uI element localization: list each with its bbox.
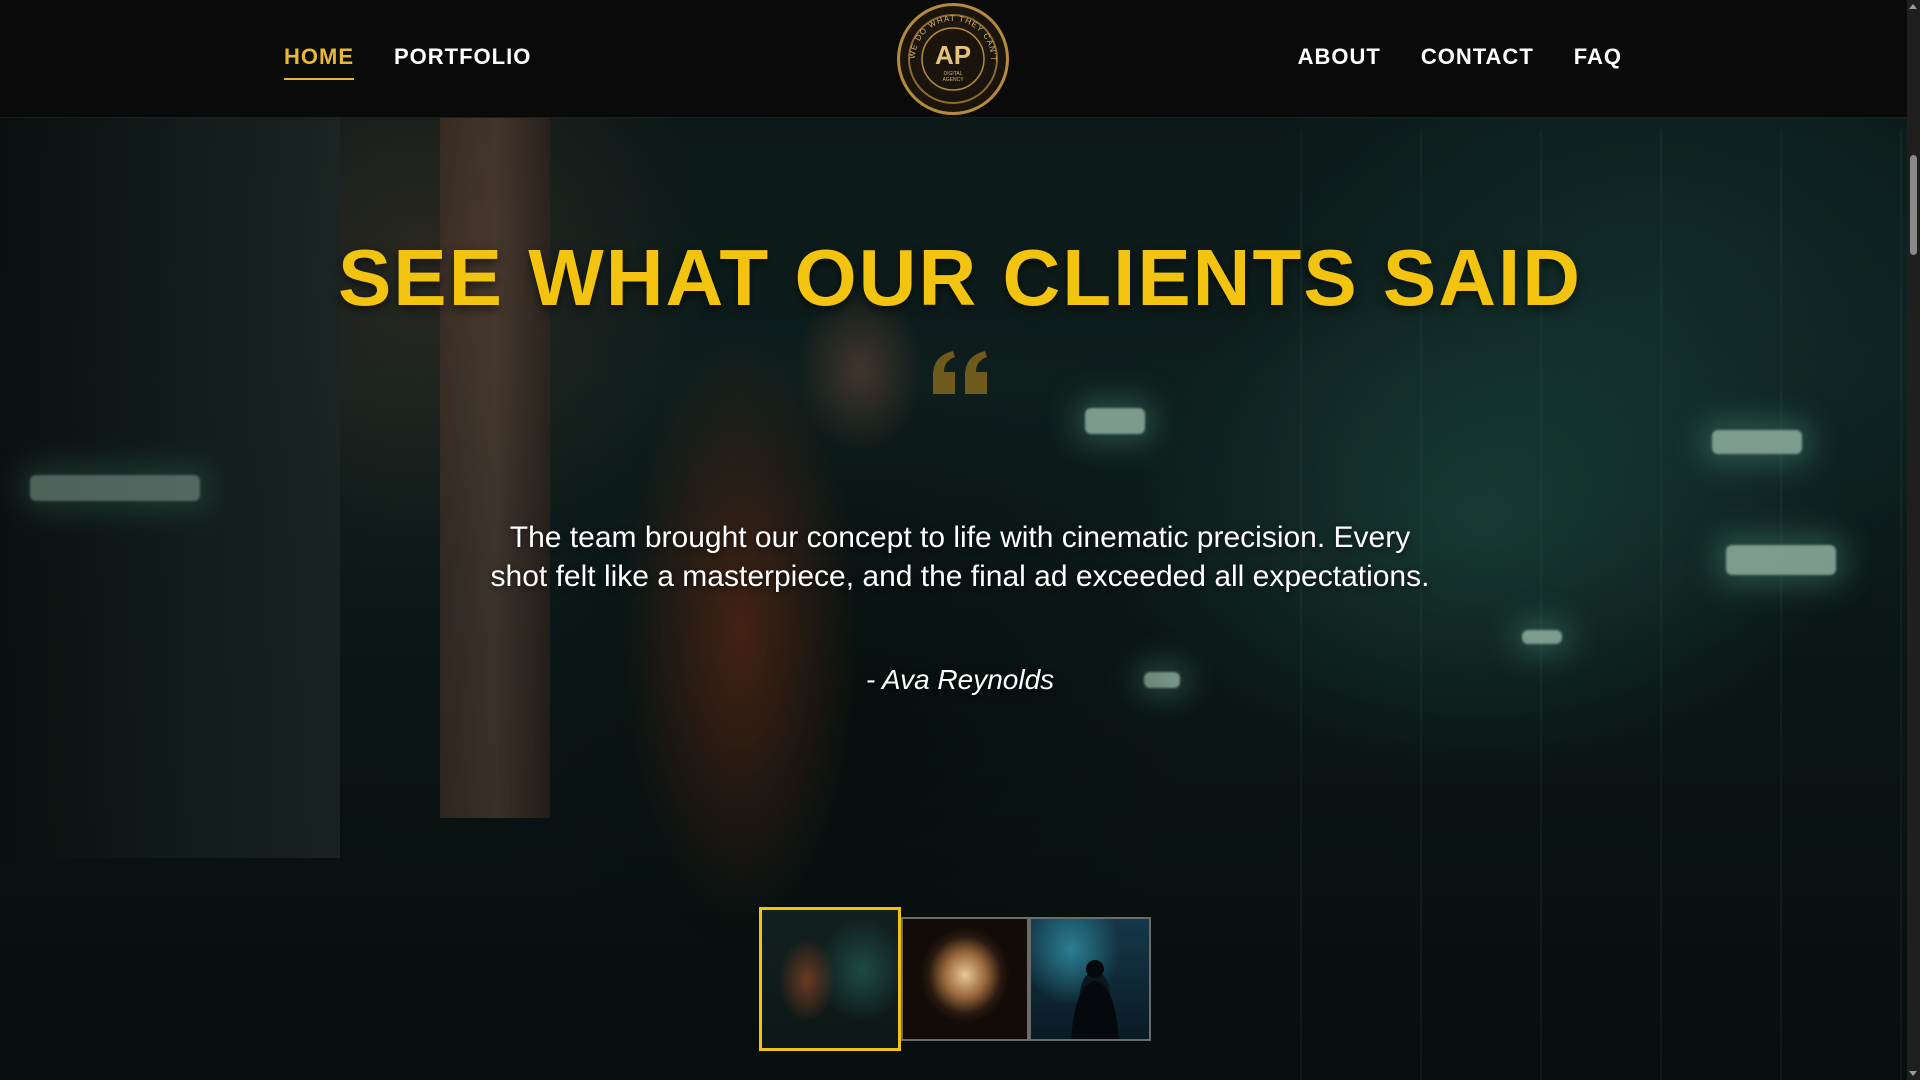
nav-right: ABOUT CONTACT FAQ [1298, 44, 1622, 78]
nav-faq-link[interactable]: FAQ [1574, 44, 1622, 78]
quote-icon [933, 351, 987, 394]
nav-contact-link[interactable]: CONTACT [1421, 44, 1534, 78]
logo-subtitle-line2: AGENCY [942, 77, 964, 83]
site-logo[interactable]: WE DO WHAT THEY CAN'T AP DIGITAL AGENCY [897, 3, 1009, 115]
site-header: HOME PORTFOLIO WE DO WHAT THEY CAN'T AP … [0, 0, 1920, 118]
nav-left: HOME PORTFOLIO [284, 44, 531, 80]
scroll-down-icon[interactable] [1909, 1071, 1917, 1076]
person-silhouette-icon [1071, 960, 1119, 1039]
thumbnail-1[interactable] [759, 907, 901, 1051]
section-title: SEE WHAT OUR CLIENTS SAID [337, 233, 1583, 322]
thumbnail-3[interactable] [1029, 917, 1151, 1041]
logo-emblem-icon: WE DO WHAT THEY CAN'T AP DIGITAL AGENCY [908, 14, 998, 104]
scroll-up-icon[interactable] [1909, 4, 1917, 9]
testimonial-author: - Ava Reynolds [865, 664, 1055, 695]
page-scrollbar[interactable] [1907, 0, 1920, 1080]
logo-monogram: AP [935, 40, 971, 70]
thumbnail-2[interactable] [901, 917, 1029, 1041]
nav-about-link[interactable]: ABOUT [1298, 44, 1381, 78]
nav-portfolio-link[interactable]: PORTFOLIO [394, 44, 531, 80]
nav-home-link[interactable]: HOME [284, 44, 354, 80]
testimonial-text: The team brought our concept to life wit… [490, 521, 1430, 593]
scroll-thumb[interactable] [1910, 155, 1917, 255]
